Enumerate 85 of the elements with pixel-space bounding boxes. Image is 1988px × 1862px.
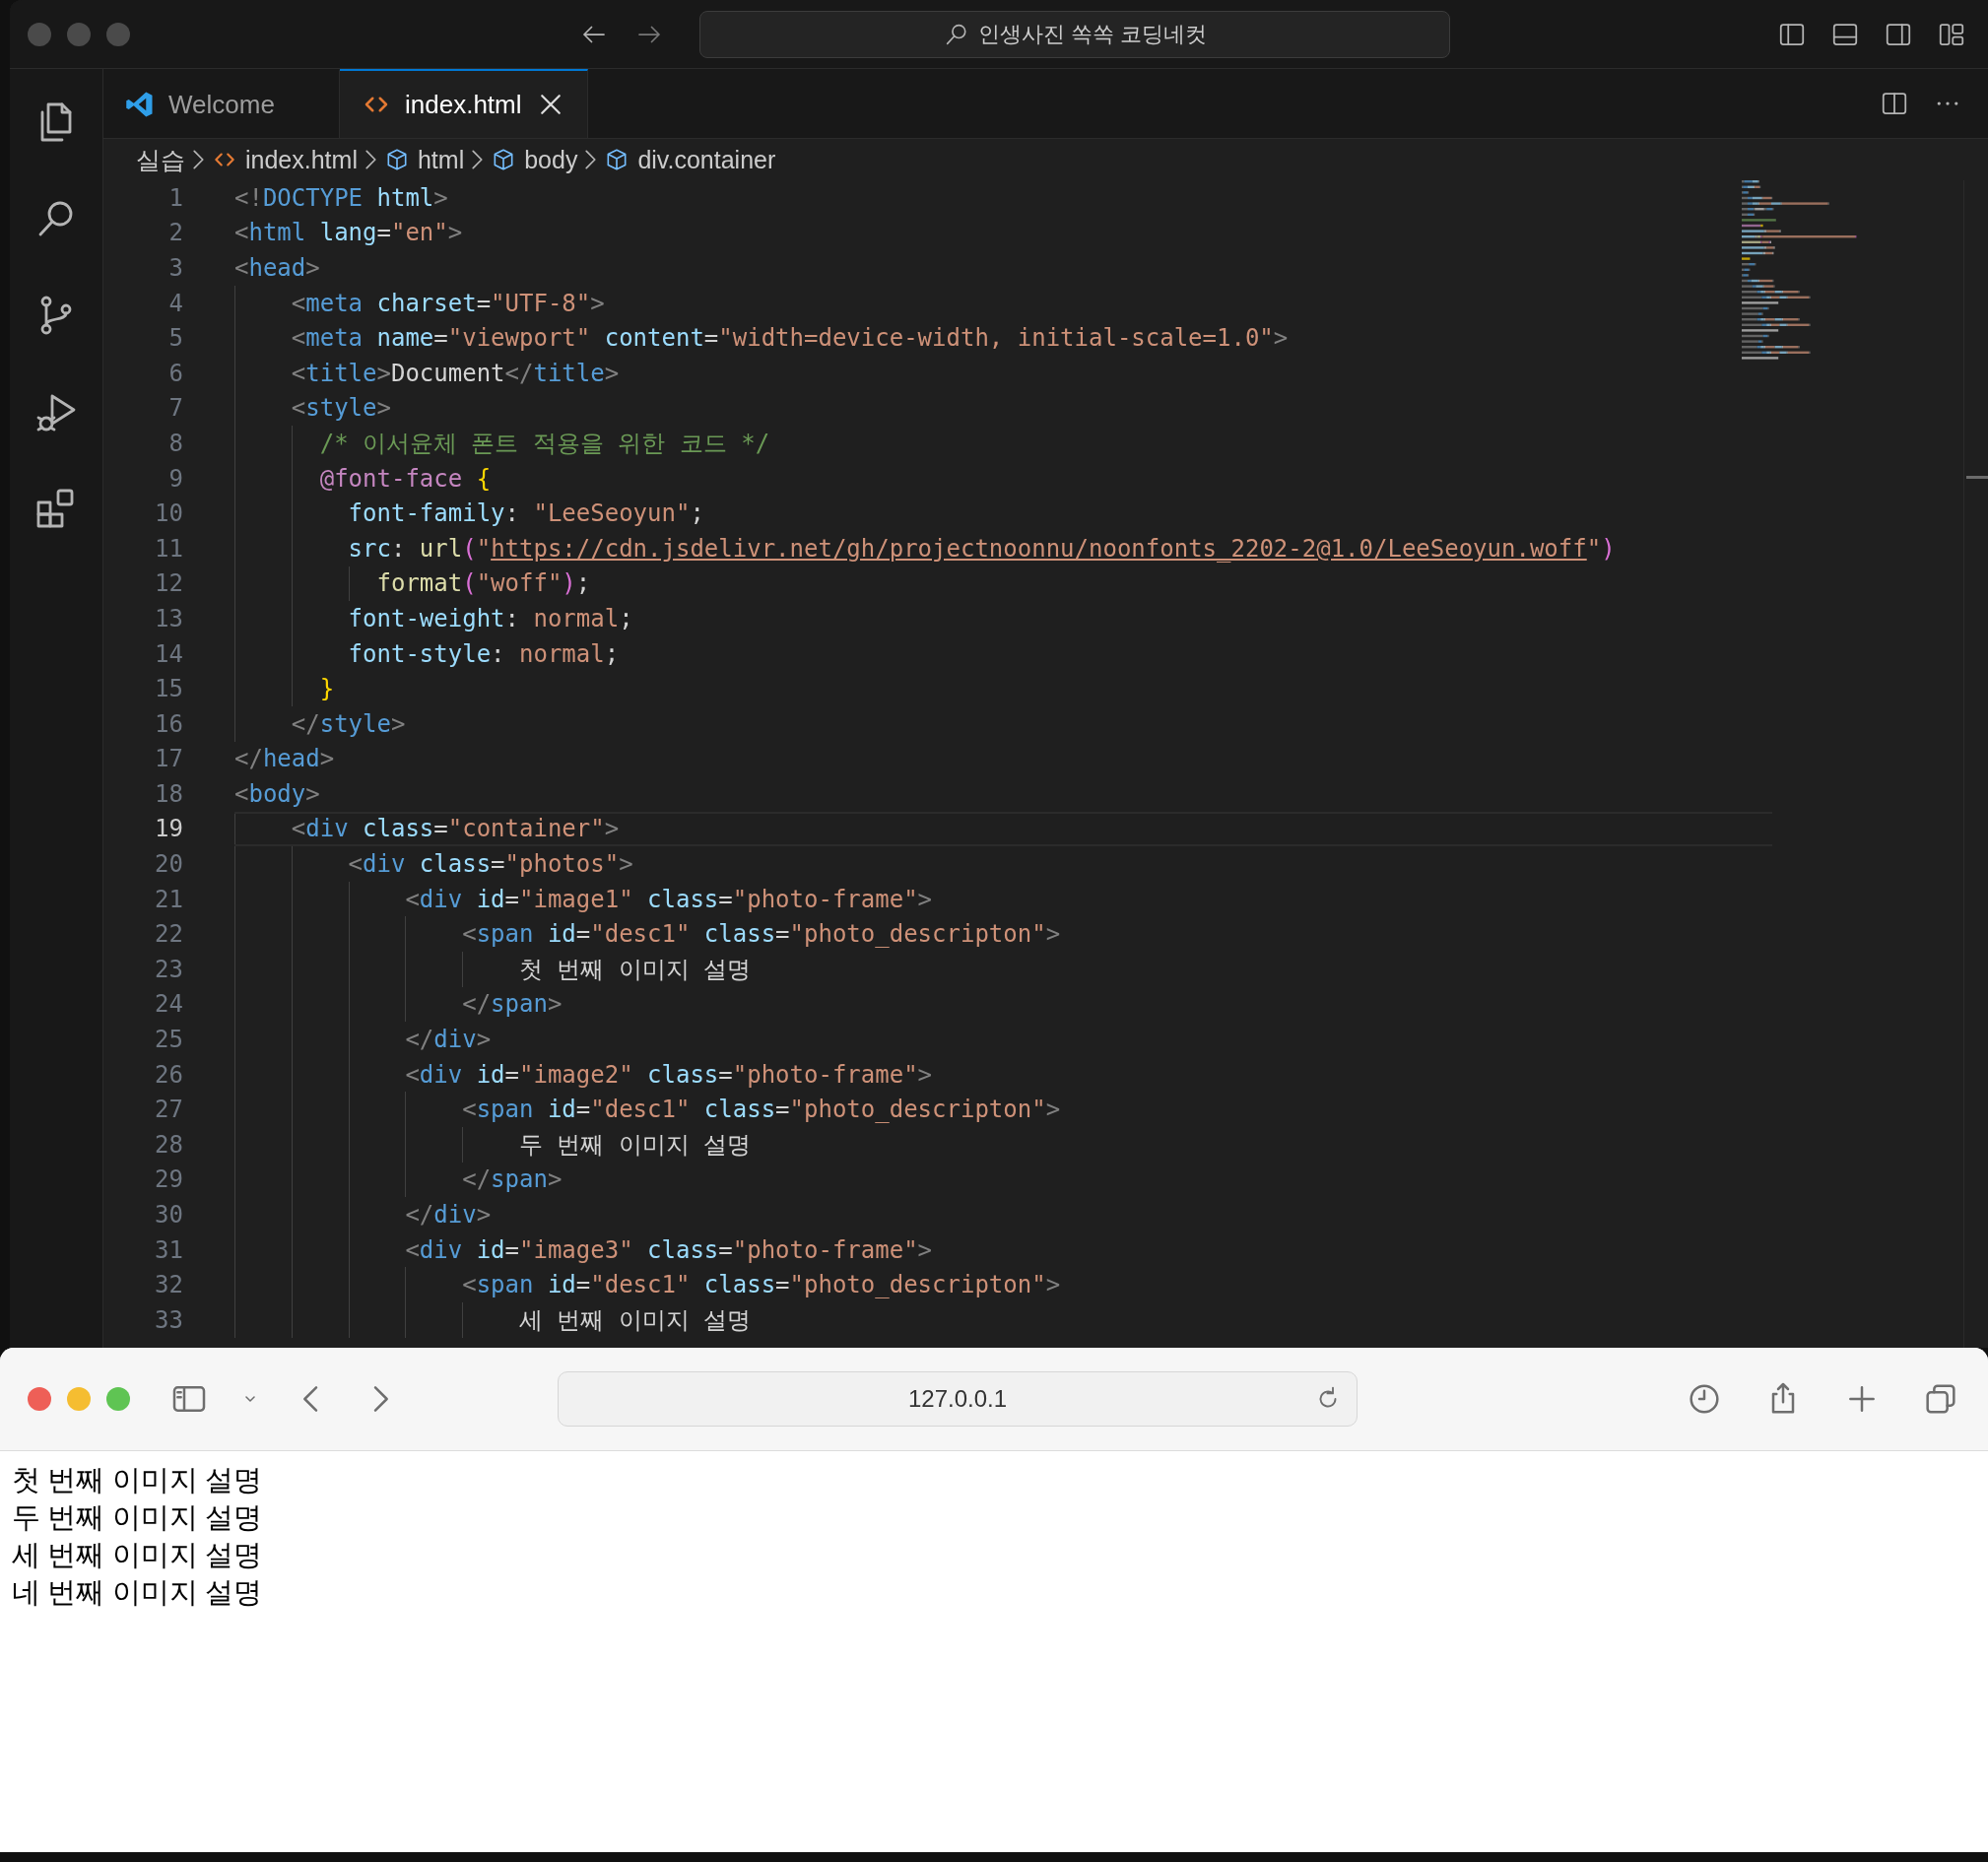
line-number: 15 bbox=[154, 675, 183, 703]
code-line: src: url("https://cdn.jsdelivr.net/gh/projectnoonnu/noonfonts_2202-2@1.0/LeeSeoyun.woff") bbox=[348, 534, 1616, 563]
code-line: </style> bbox=[291, 709, 406, 738]
line-number: 11 bbox=[154, 534, 183, 563]
breadcrumb-item[interactable]: div.container bbox=[604, 145, 776, 174]
code-line: <!DOCTYPE html> bbox=[234, 183, 448, 212]
line-number: 32 bbox=[154, 1271, 183, 1299]
code-line: font-weight: normal; bbox=[348, 604, 633, 632]
line-number: 25 bbox=[154, 1026, 183, 1054]
code-line: <span id="desc1" class="photo_descripton"> bbox=[462, 1271, 1061, 1299]
code-line: </div> bbox=[405, 1026, 492, 1054]
line-number: 18 bbox=[154, 779, 183, 808]
line-number: 2 bbox=[167, 219, 183, 247]
editor-tab[interactable]: index.html bbox=[340, 69, 588, 138]
code-line: <title>Document</title> bbox=[291, 359, 620, 387]
line-number: 26 bbox=[154, 1060, 183, 1089]
breadcrumb-item[interactable]: body bbox=[491, 145, 578, 174]
line-number: 12 bbox=[154, 569, 183, 598]
line-number: 22 bbox=[154, 920, 183, 949]
line-number: 24 bbox=[154, 990, 183, 1019]
breadcrumb-item[interactable]: html bbox=[383, 145, 465, 174]
code-line: format("woff"); bbox=[376, 569, 591, 598]
line-number: 30 bbox=[154, 1201, 183, 1229]
page-text: 두 번째 이미지 설명 bbox=[12, 1500, 262, 1535]
code-line: <div id="image1" class="photo-frame"> bbox=[405, 885, 933, 913]
code-line: <span id="desc1" class="photo_descripton"> bbox=[462, 920, 1061, 949]
code-line: </head> bbox=[234, 745, 335, 773]
line-number: 33 bbox=[154, 1305, 183, 1334]
line-number: 29 bbox=[154, 1165, 183, 1194]
breadcrumb-item[interactable]: 실습 bbox=[136, 143, 185, 176]
command-center-search[interactable]: 인생사진 쏙쏙 코딩네컷 bbox=[699, 10, 1450, 58]
scrollbar[interactable] bbox=[1963, 180, 1988, 1348]
code-line: <html lang="en"> bbox=[234, 219, 463, 247]
line-number: 14 bbox=[154, 639, 183, 668]
code-line: <div id="image3" class="photo-frame"> bbox=[405, 1235, 933, 1264]
line-number: 8 bbox=[167, 429, 183, 457]
code-line: /* 이서윤체 폰트 적용을 위한 코드 */ bbox=[319, 428, 770, 459]
code-line: 세 번째 이미지 설명 bbox=[519, 1304, 752, 1336]
line-number: 28 bbox=[154, 1130, 183, 1159]
code-line: <meta name="viewport" content="width=device-width, initial-scale=1.0"> bbox=[291, 324, 1289, 353]
line-number: 21 bbox=[154, 885, 183, 913]
line-number: 16 bbox=[154, 709, 183, 738]
line-number: 19 bbox=[154, 815, 183, 843]
line-number: 6 bbox=[167, 359, 183, 387]
line-number: 9 bbox=[167, 464, 183, 493]
page-text: 네 번째 이미지 설명 bbox=[12, 1575, 262, 1610]
code-line: <div class="photos"> bbox=[348, 850, 633, 879]
chevron-right-icon bbox=[472, 150, 484, 169]
line-number: 27 bbox=[154, 1096, 183, 1124]
vscode-logo-icon bbox=[125, 90, 155, 119]
line-number: 7 bbox=[167, 394, 183, 423]
code-line: font-style: normal; bbox=[348, 639, 620, 668]
line-number: 1 bbox=[167, 183, 183, 212]
page-text: 첫 번째 이미지 설명 bbox=[12, 1463, 262, 1497]
chevron-right-icon bbox=[193, 150, 204, 169]
code-line: <body> bbox=[234, 779, 320, 808]
code-line: <head> bbox=[234, 254, 320, 282]
page-text: 세 번째 이미지 설명 bbox=[12, 1538, 262, 1572]
code-line: } bbox=[319, 675, 335, 703]
line-number: 5 bbox=[167, 324, 183, 353]
code-line: </span> bbox=[462, 990, 563, 1019]
line-number: 17 bbox=[154, 745, 183, 773]
code-line: @font-face { bbox=[319, 464, 492, 493]
breadcrumb-item[interactable]: index.html bbox=[212, 145, 358, 174]
code-line: <div id="image2" class="photo-frame"> bbox=[405, 1060, 933, 1089]
code-line: 두 번째 이미지 설명 bbox=[519, 1129, 752, 1161]
close-window-button[interactable] bbox=[28, 1387, 51, 1411]
code-line: font-family: "LeeSeoyun"; bbox=[348, 499, 704, 528]
code-line: </div> bbox=[405, 1201, 492, 1229]
line-number: 20 bbox=[154, 850, 183, 879]
code-line: <meta charset="UTF-8"> bbox=[291, 289, 605, 317]
line-number: 23 bbox=[154, 955, 183, 983]
chevron-right-icon bbox=[364, 150, 376, 169]
code-line: <style> bbox=[291, 394, 391, 423]
line-number: 31 bbox=[154, 1235, 183, 1264]
address-field[interactable]: 127.0.0.1 bbox=[558, 1371, 1358, 1427]
line-number: 4 bbox=[167, 289, 183, 317]
code-line: 첫 번째 이미지 설명 bbox=[519, 954, 752, 985]
line-number: 10 bbox=[154, 499, 183, 528]
code-line: </span> bbox=[462, 1165, 563, 1194]
chevron-right-icon bbox=[585, 150, 597, 169]
line-number: 3 bbox=[167, 254, 183, 282]
line-number: 13 bbox=[154, 604, 183, 632]
code-line: <div class="container"> bbox=[291, 815, 620, 843]
code-line: <span id="desc1" class="photo_descripton"> bbox=[462, 1096, 1061, 1124]
